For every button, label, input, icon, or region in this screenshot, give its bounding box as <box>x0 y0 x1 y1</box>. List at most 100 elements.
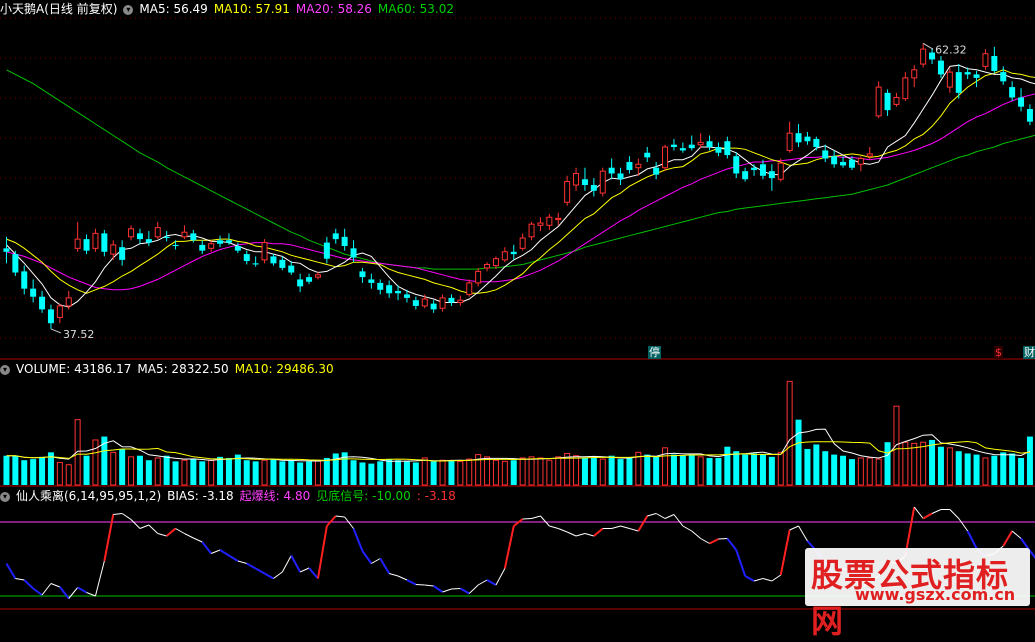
volume-bar <box>742 455 748 485</box>
bias-segment <box>193 538 202 542</box>
bias-segment <box>6 564 15 579</box>
candle-body <box>813 139 819 147</box>
volume-bar <box>386 459 392 485</box>
bias-segment <box>131 520 140 529</box>
volume-bar <box>235 455 241 485</box>
candle-body <box>199 245 205 251</box>
candle-body <box>359 271 365 277</box>
candle-body <box>529 224 534 237</box>
candle-body <box>796 133 802 142</box>
candle-body <box>574 173 579 185</box>
volume-bar <box>796 420 802 485</box>
bias-segment <box>629 529 638 532</box>
candle-body <box>190 233 196 240</box>
candle-body <box>921 49 926 64</box>
candle-body <box>671 145 677 147</box>
candle-body <box>894 97 899 104</box>
bias-segment <box>923 514 932 519</box>
candle-body <box>885 93 891 110</box>
volume-bar <box>653 457 659 485</box>
volume-bar <box>155 458 160 485</box>
volume-bar <box>689 455 695 485</box>
volume-bar <box>422 458 427 485</box>
candle-body <box>1027 109 1033 122</box>
bias-segment <box>549 526 558 529</box>
candle-body <box>57 306 62 318</box>
volume-readout: VOLUME: 43186.17 <box>16 362 131 376</box>
bias-segment <box>523 519 532 520</box>
bias-segment <box>69 588 78 599</box>
bias-segment <box>594 529 603 537</box>
bias-segment <box>247 564 256 569</box>
candle-body <box>413 300 419 306</box>
volume-bar <box>715 458 721 485</box>
volume-settings-icon[interactable]: ▾ <box>0 365 10 375</box>
bias-segment <box>211 550 220 554</box>
bias-segment <box>78 588 87 593</box>
high-price-label: 62.32 <box>935 43 967 56</box>
bias-segment <box>460 589 469 594</box>
bias-segment <box>184 534 193 539</box>
bias-segment <box>585 534 594 537</box>
volume-bar <box>1000 452 1006 485</box>
volume-bar <box>822 451 828 485</box>
candle-body <box>947 72 952 87</box>
volume-bar <box>315 460 320 485</box>
candle-body <box>244 254 250 261</box>
bias-segment <box>567 532 576 536</box>
candle-body <box>306 277 312 282</box>
bias-segment <box>505 526 514 569</box>
candle-body <box>707 141 713 147</box>
candle-body <box>520 238 525 248</box>
candle-body <box>1018 97 1024 106</box>
bias-segment <box>558 529 567 533</box>
bias-segment <box>950 510 959 519</box>
candle-body <box>769 171 775 178</box>
bias-segment <box>336 516 345 517</box>
bias-segment <box>220 550 229 556</box>
candle-body <box>48 309 54 323</box>
candle-body <box>351 248 357 257</box>
volume-bar <box>974 455 980 485</box>
candle-body <box>778 163 783 179</box>
candle-body <box>822 150 828 158</box>
bias-readout: BIAS: -3.18 <box>167 489 234 503</box>
candle-body <box>253 263 259 264</box>
volume-bar <box>182 460 187 485</box>
volume-bar <box>493 460 498 485</box>
candle-body <box>653 168 659 175</box>
bias-segment <box>451 589 460 590</box>
main-header: 小天鹅A(日线 前复权)▾MA5: 56.49MA10: 57.91MA20: … <box>0 1 460 17</box>
bias-segment <box>238 561 247 564</box>
candle-body <box>698 142 703 144</box>
bias-segment <box>718 539 727 540</box>
bias-segment <box>407 580 416 585</box>
volume-bar <box>173 461 179 485</box>
marker-cai[interactable]: 财 <box>1023 346 1035 359</box>
candle-body <box>119 247 125 260</box>
settings-circle-icon[interactable]: ▾ <box>123 5 133 15</box>
bias-segment <box>638 516 647 531</box>
candle-body <box>582 179 588 185</box>
volume-bar <box>39 457 45 485</box>
extra-readout: : -3.18 <box>417 489 456 503</box>
volume-bar <box>306 461 312 485</box>
volume-bar <box>547 460 552 485</box>
bias-segment <box>416 585 425 586</box>
marker-dollar[interactable]: $ <box>994 346 1003 359</box>
volume-bar <box>867 458 872 485</box>
bias-segment <box>60 587 69 599</box>
volume-bar <box>520 458 525 485</box>
candle-body <box>288 266 294 273</box>
volume-ma5-readout: MA5: 28322.50 <box>137 362 228 376</box>
candle-body <box>297 279 303 286</box>
volume-bar <box>3 456 9 485</box>
bias-segment <box>282 556 291 573</box>
candle-body <box>324 243 330 259</box>
volume-bar <box>965 453 971 485</box>
bias-segment <box>273 572 282 579</box>
volume-bar <box>1027 437 1033 485</box>
indicator-settings-icon[interactable]: ▾ <box>0 492 10 502</box>
marker-ting[interactable]: 停 <box>648 346 661 359</box>
bias-segment <box>772 575 781 581</box>
